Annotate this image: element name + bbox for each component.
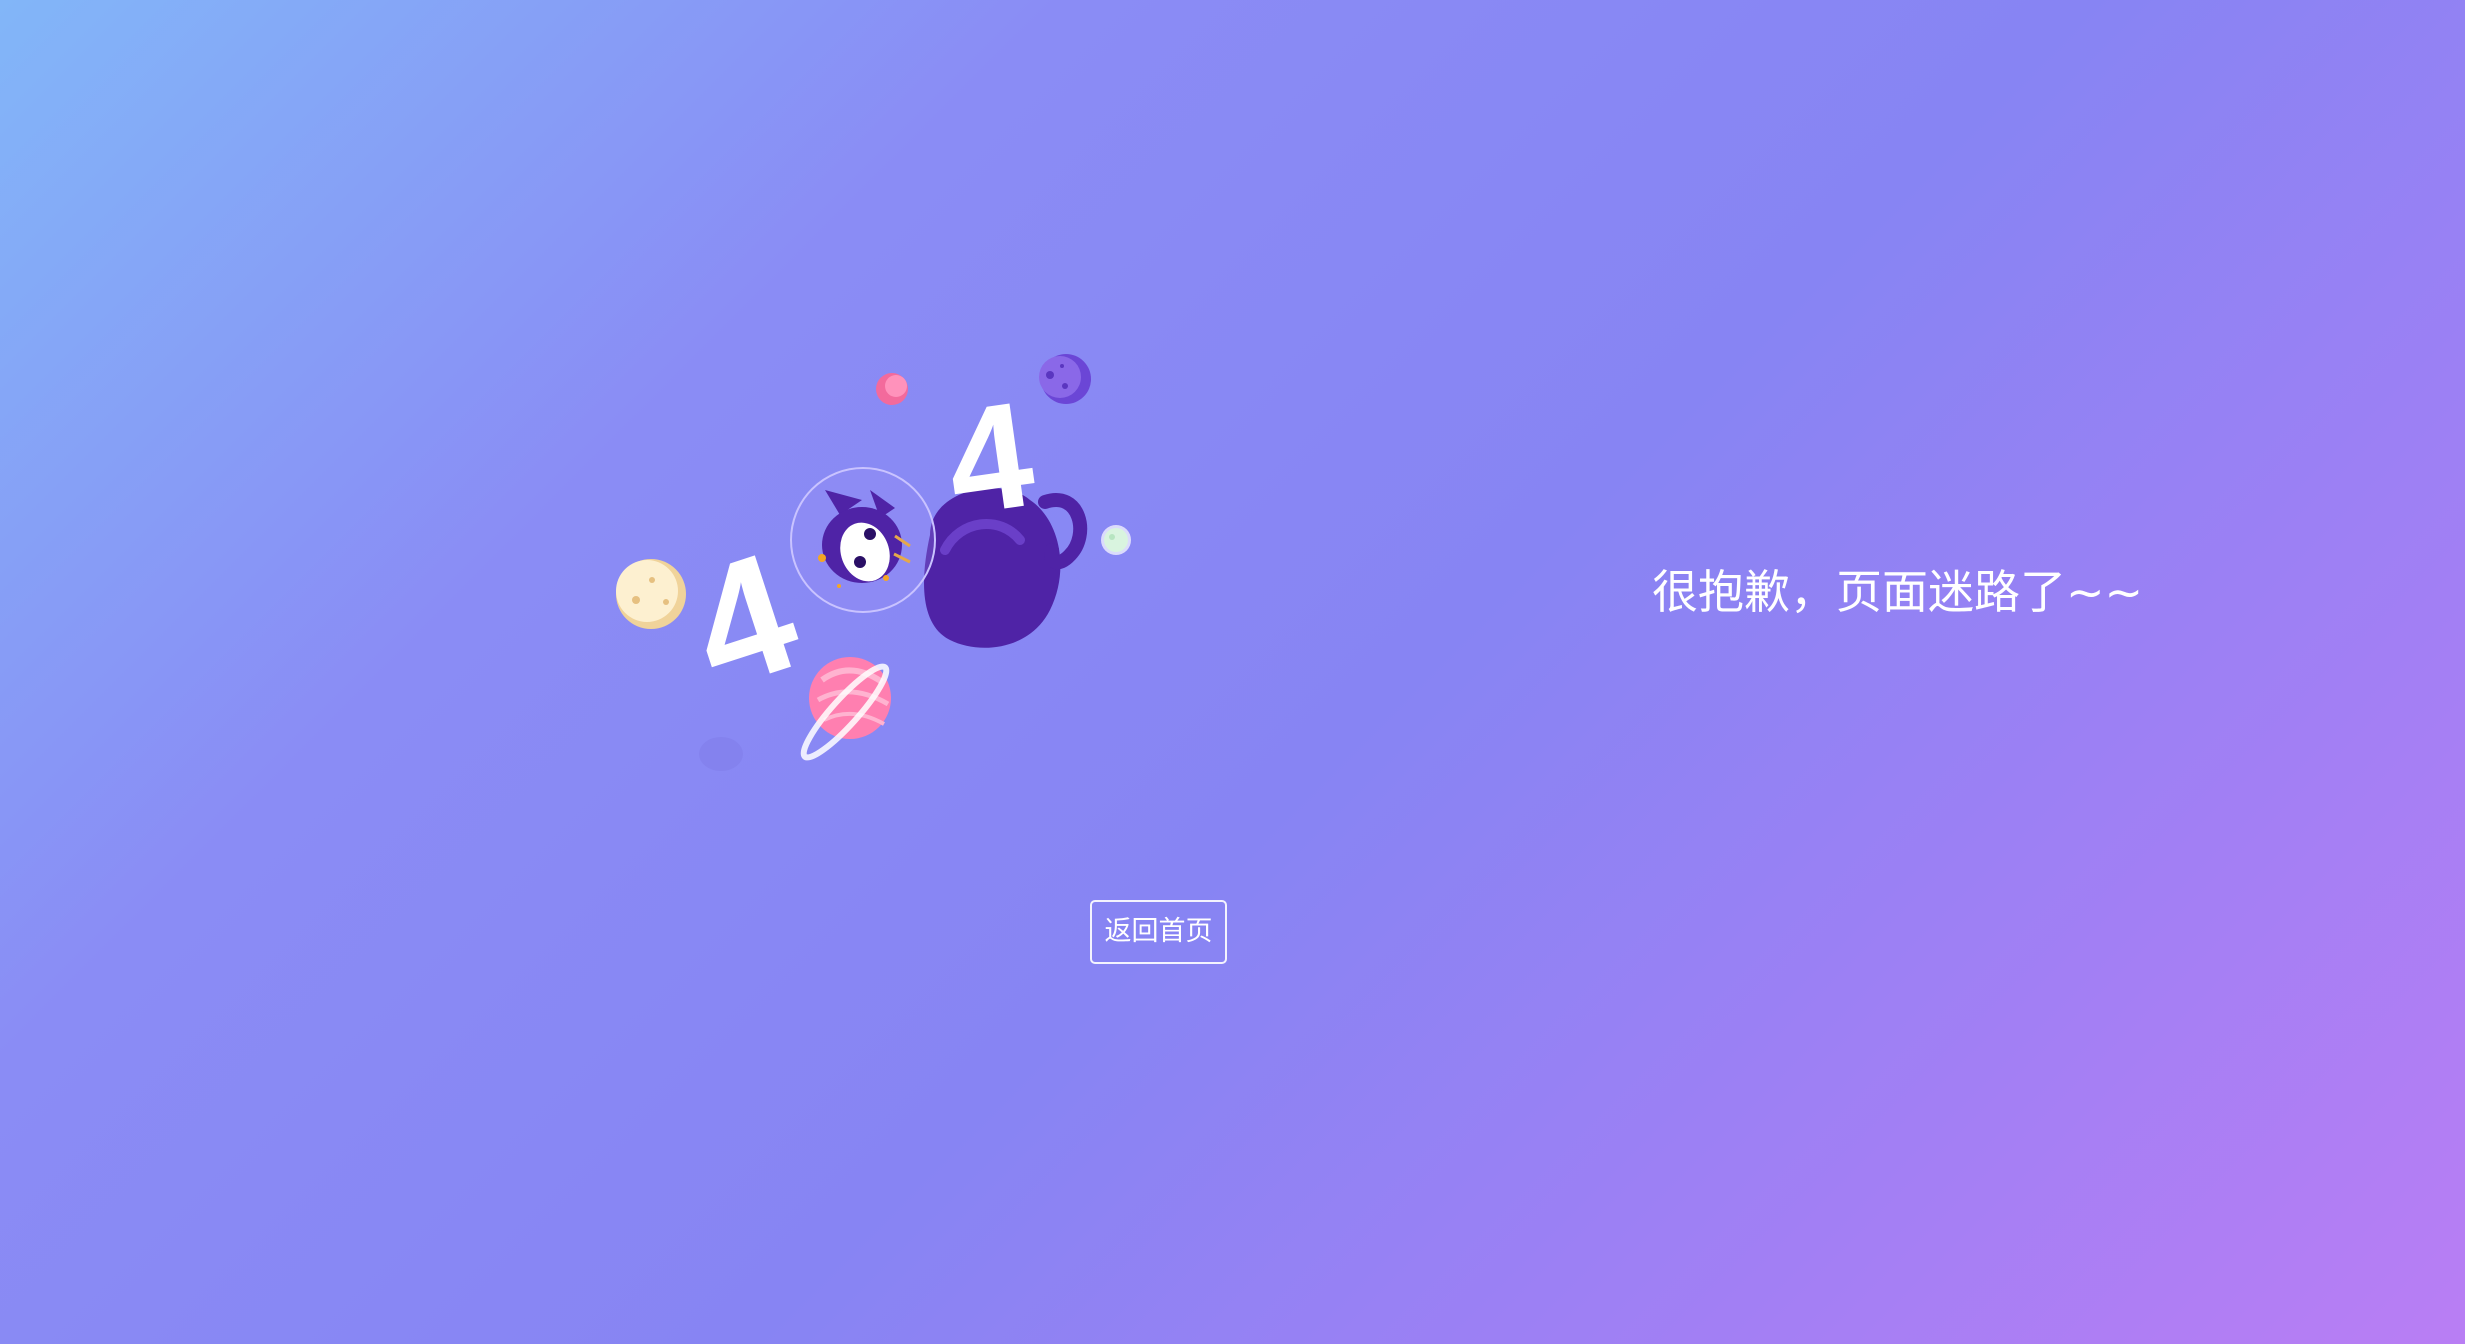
shadow-blob (699, 737, 743, 771)
astronaut-cat-404-icon: 4 4 (616, 354, 1131, 771)
small-green-planet-icon (1101, 525, 1131, 555)
error-page: { "message": { "text": "很抱歉，页面迷路了~~" }, … (0, 0, 2465, 1344)
purple-moon-icon (1039, 354, 1091, 404)
cream-moon-icon (616, 559, 686, 629)
small-pink-planet-icon (876, 373, 908, 405)
404-illustration: 4 4 (600, 340, 1160, 780)
return-home-button[interactable]: 返回首页 (1090, 900, 1227, 964)
error-message: 很抱歉，页面迷路了~~ (1652, 565, 2144, 619)
